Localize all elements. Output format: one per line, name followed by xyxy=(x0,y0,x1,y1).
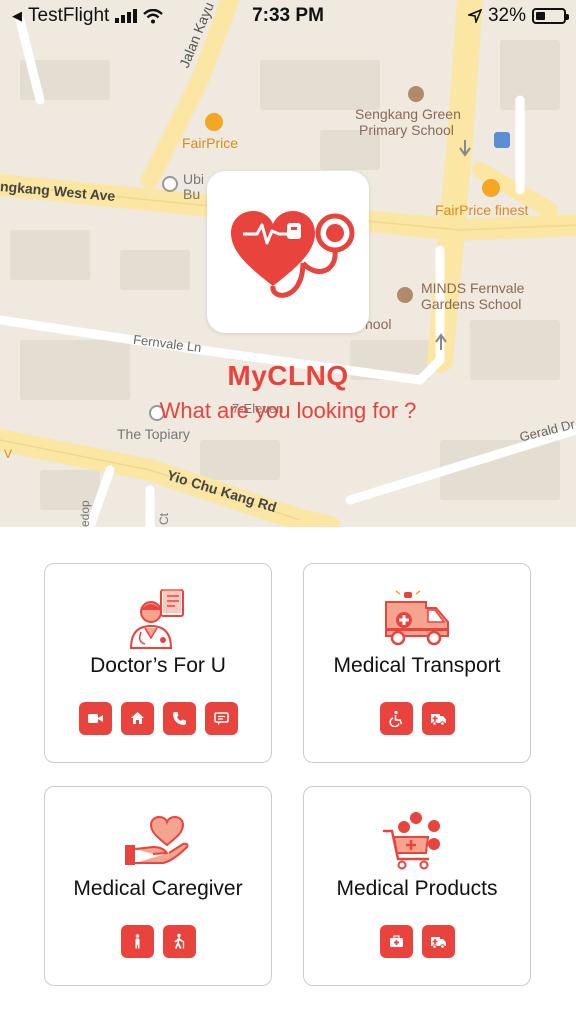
service-card-products[interactable]: Medical Products xyxy=(303,786,531,986)
video-call-button[interactable] xyxy=(78,702,112,735)
location-arrow-icon xyxy=(467,9,482,23)
ambulance-icon xyxy=(385,590,449,646)
battery-percent: 32% xyxy=(487,5,526,26)
map-label-ubin2: Bu xyxy=(183,186,201,202)
wheelchair-icon xyxy=(388,710,402,727)
home-icon xyxy=(130,712,144,724)
brand-name: MyCLNQ xyxy=(227,360,349,391)
service-card-caregiver[interactable]: Medical Caregiver xyxy=(44,786,272,986)
battery-icon xyxy=(532,8,569,24)
service-actions xyxy=(45,702,271,735)
heart-stethoscope-icon xyxy=(231,211,355,298)
wheelchair-button[interactable] xyxy=(379,702,413,735)
ubin-poi-icon xyxy=(162,176,178,192)
chat-icon xyxy=(213,712,229,725)
walking-assist-button[interactable] xyxy=(162,925,196,958)
video-icon xyxy=(87,714,103,723)
ambulance-button[interactable] xyxy=(421,702,455,735)
map-label-ubin: Ubi xyxy=(183,171,205,187)
service-card-doctors[interactable]: Doctor’s For U xyxy=(44,563,272,763)
service-title: Doctor’s For U xyxy=(90,654,226,677)
tagline: What are you looking for ? xyxy=(159,398,417,423)
map-label-v: V xyxy=(4,447,13,461)
service-actions xyxy=(304,925,530,958)
phone-call-button[interactable] xyxy=(162,702,196,735)
first-aid-kit-icon xyxy=(389,935,403,947)
fairprice-finest-poi-icon xyxy=(482,179,500,197)
map-label-sengkang-green: Sengkang Green xyxy=(355,106,461,122)
fairprice-poi-icon xyxy=(205,113,223,131)
map-label-ct: Ct xyxy=(157,513,171,525)
service-card-transport[interactable]: Medical Transport xyxy=(303,563,531,763)
ambulance-icon xyxy=(430,937,446,949)
app-logo xyxy=(207,171,369,333)
map-label-topiary: The Topiary xyxy=(117,426,190,442)
map-label-primary-school: Primary School xyxy=(359,122,454,138)
service-actions xyxy=(45,925,271,958)
map-label-fairprice: FairPrice xyxy=(182,135,239,151)
map-label-minds: MINDS Fernvale xyxy=(421,280,525,296)
chat-button[interactable] xyxy=(204,702,238,735)
heart-hand-icon xyxy=(125,815,189,865)
phone-icon xyxy=(172,712,186,725)
minds-school-poi-icon xyxy=(397,287,413,303)
home-visit-button[interactable] xyxy=(120,702,154,735)
map-label-edop: edop xyxy=(78,500,92,527)
service-title: Medical Products xyxy=(336,877,498,900)
walking-assist-icon xyxy=(174,933,184,949)
service-title: Medical Caregiver xyxy=(73,877,243,900)
shopping-cart-icon xyxy=(382,812,440,870)
first-aid-button[interactable] xyxy=(379,925,413,958)
status-right: 32% xyxy=(467,5,569,27)
delivery-button[interactable] xyxy=(421,925,455,958)
elderly-care-button[interactable] xyxy=(120,925,154,958)
ambulance-icon xyxy=(430,714,446,726)
service-title: Medical Transport xyxy=(333,654,501,677)
doctor-icon xyxy=(129,589,184,649)
school-poi-icon xyxy=(408,86,424,102)
bus-stop-icon xyxy=(494,132,510,148)
elderly-icon xyxy=(135,934,139,949)
service-actions xyxy=(304,702,530,735)
map-label-minds2: Gardens School xyxy=(421,296,522,312)
map-label-fairprice-finest: FairPrice finest xyxy=(435,202,529,218)
status-bar: ◀ TestFlight 7:33 PM 32% xyxy=(0,0,576,34)
